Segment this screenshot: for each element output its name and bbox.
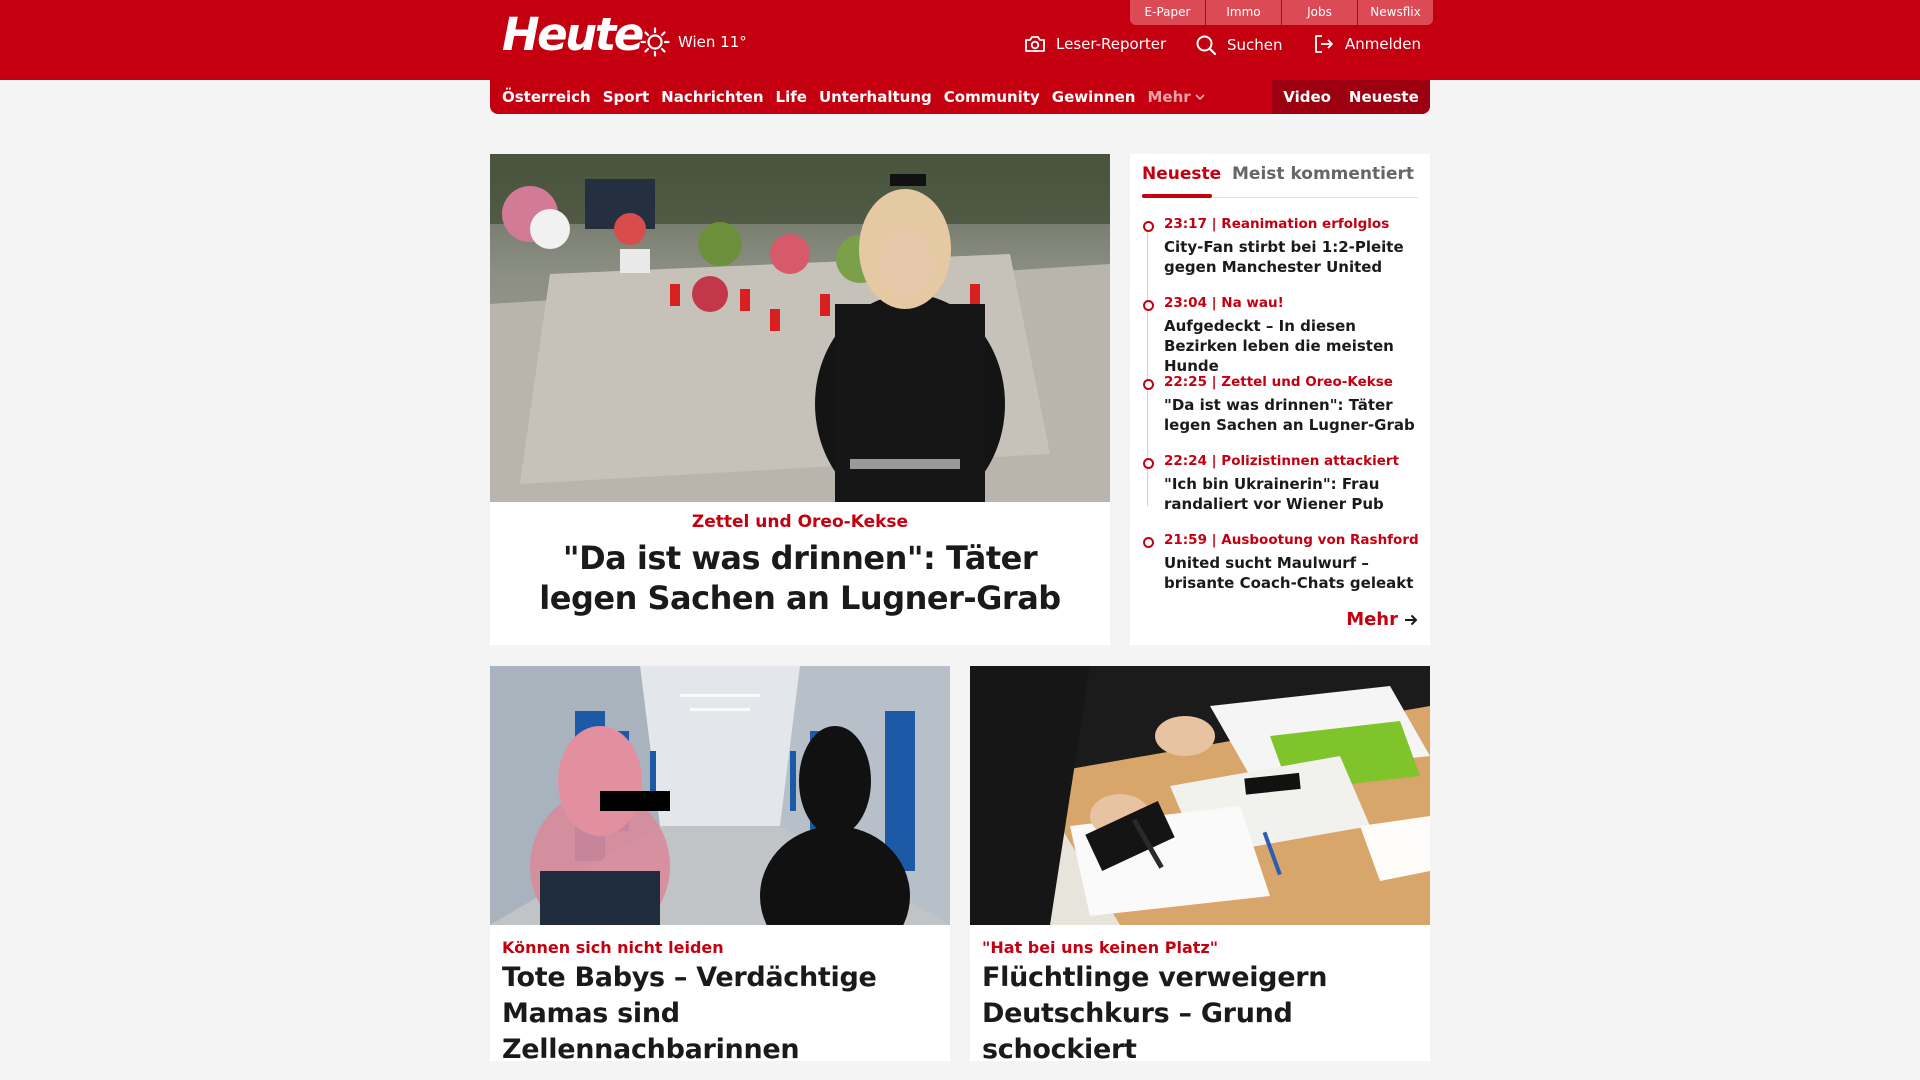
search-icon [1196, 35, 1217, 56]
camera-icon [1025, 36, 1045, 52]
article-card[interactable]: "Hat bei uns keinen Platz" Flüchtlinge v… [970, 666, 1430, 1065]
timeline-dot [1143, 300, 1154, 311]
news-meta: 22:25 | Zettel und Oreo-Kekse [1164, 374, 1393, 390]
timeline-dot [1143, 458, 1154, 469]
news-meta: 23:04 | Na wau! [1164, 295, 1284, 311]
article-image[interactable] [490, 666, 950, 925]
article-kicker[interactable]: "Hat bei uns keinen Platz" [982, 938, 1218, 957]
site-logo[interactable]: Heute [502, 8, 644, 61]
site-header: E-Paper Immo Jobs Newsflix Heute Wien 11… [0, 0, 1920, 80]
weather-widget[interactable]: Wien 11° [640, 27, 747, 57]
list-item[interactable]: 23:17 | Reanimation erfolglos City-Fan s… [1142, 216, 1422, 280]
arrow-right-icon [1405, 614, 1418, 625]
service-link-newsflix[interactable]: Newsflix [1358, 0, 1433, 25]
nav-more-label: Mehr [1147, 88, 1191, 106]
news-meta: 21:59 | Ausbootung von Rashford [1164, 532, 1419, 548]
search-button[interactable]: Suchen [1195, 34, 1283, 56]
nav-item-nachrichten[interactable]: Nachrichten [661, 88, 763, 106]
list-item[interactable]: 23:04 | Na wau! Aufgedeckt – In diesen B… [1142, 295, 1422, 375]
nav-item-neueste[interactable]: Neueste [1349, 88, 1419, 106]
nav-item-oesterreich[interactable]: Österreich [502, 88, 591, 106]
more-news-label: Mehr [1346, 609, 1398, 630]
sidebar-tabs: Neueste Meist kommentiert [1142, 154, 1418, 198]
news-title[interactable]: City-Fan stirbt bei 1:2-Pleite gegen Man… [1164, 237, 1424, 277]
nav-item-unterhaltung[interactable]: Unterhaltung [819, 88, 932, 106]
article-title[interactable]: Tote Babys – Verdächtige Mamas sind Zell… [502, 960, 942, 1068]
news-title[interactable]: Aufgedeckt – In diesen Bezirken leben di… [1164, 316, 1424, 376]
news-title[interactable]: "Da ist was drinnen": Täter legen Sachen… [1164, 395, 1424, 435]
news-title[interactable]: "Ich bin Ukrainerin": Frau randaliert vo… [1164, 474, 1424, 514]
service-link-epaper[interactable]: E-Paper [1130, 0, 1205, 25]
nav-right-group: Video Neueste [1272, 80, 1430, 114]
article-card[interactable]: Können sich nicht leiden Tote Babys – Ve… [490, 666, 950, 1065]
hero-kicker[interactable]: Zettel und Oreo-Kekse [490, 512, 1110, 532]
more-news-link[interactable]: Mehr [1346, 609, 1418, 630]
article-kicker[interactable]: Können sich nicht leiden [502, 938, 724, 957]
login-button[interactable]: Anmelden [1313, 34, 1421, 54]
tab-neueste[interactable]: Neueste [1142, 164, 1221, 184]
article-image[interactable] [970, 666, 1430, 925]
login-icon [1315, 35, 1333, 53]
nav-item-gewinnen[interactable]: Gewinnen [1052, 88, 1136, 106]
nav-item-video[interactable]: Video [1283, 88, 1331, 106]
timeline-dot [1143, 221, 1154, 232]
tab-meist-kommentiert[interactable]: Meist kommentiert [1232, 164, 1414, 184]
article-title[interactable]: Flüchtlinge verweigern Deutschkurs – Gru… [982, 960, 1422, 1068]
service-link-immo[interactable]: Immo [1206, 0, 1281, 25]
active-tab-indicator [1142, 194, 1212, 198]
hero-title[interactable]: "Da ist was drinnen": Täter legen Sachen… [520, 538, 1080, 618]
weather-text: Wien 11° [678, 33, 747, 51]
list-item[interactable]: 22:25 | Zettel und Oreo-Kekse "Da ist wa… [1142, 374, 1422, 438]
news-meta: 22:24 | Polizistinnen attackiert [1164, 453, 1400, 469]
login-label: Anmelden [1345, 35, 1422, 53]
timeline-dot [1143, 537, 1154, 548]
list-item[interactable]: 21:59 | Ausbootung von Rashford United s… [1142, 532, 1422, 596]
hero-image[interactable] [490, 154, 1110, 502]
latest-news-sidebar: Neueste Meist kommentiert 23:17 | Reanim… [1130, 154, 1430, 645]
hero-article[interactable]: Zettel und Oreo-Kekse "Da ist was drinne… [490, 154, 1110, 645]
nav-item-community[interactable]: Community [944, 88, 1040, 106]
nav-items: Österreich Sport Nachrichten Life Unterh… [502, 80, 1217, 114]
leser-reporter-label: Leser-Reporter [1056, 35, 1167, 53]
search-label: Suchen [1227, 36, 1283, 54]
nav-item-life[interactable]: Life [776, 88, 807, 106]
nav-more-dropdown[interactable]: Mehr [1147, 88, 1205, 106]
list-item[interactable]: 22:24 | Polizistinnen attackiert "Ich bi… [1142, 453, 1422, 517]
service-links: E-Paper Immo Jobs Newsflix [1130, 0, 1433, 25]
chevron-down-icon [1195, 93, 1205, 100]
news-meta: 23:17 | Reanimation erfolglos [1164, 216, 1390, 232]
sun-icon [640, 27, 670, 57]
news-title[interactable]: United sucht Maulwurf – brisante Coach-C… [1164, 553, 1424, 593]
leser-reporter-button[interactable]: Leser-Reporter [1024, 34, 1166, 54]
timeline-dot [1143, 379, 1154, 390]
main-navigation: Österreich Sport Nachrichten Life Unterh… [490, 80, 1430, 114]
nav-item-sport[interactable]: Sport [603, 88, 649, 106]
service-link-jobs[interactable]: Jobs [1282, 0, 1357, 25]
